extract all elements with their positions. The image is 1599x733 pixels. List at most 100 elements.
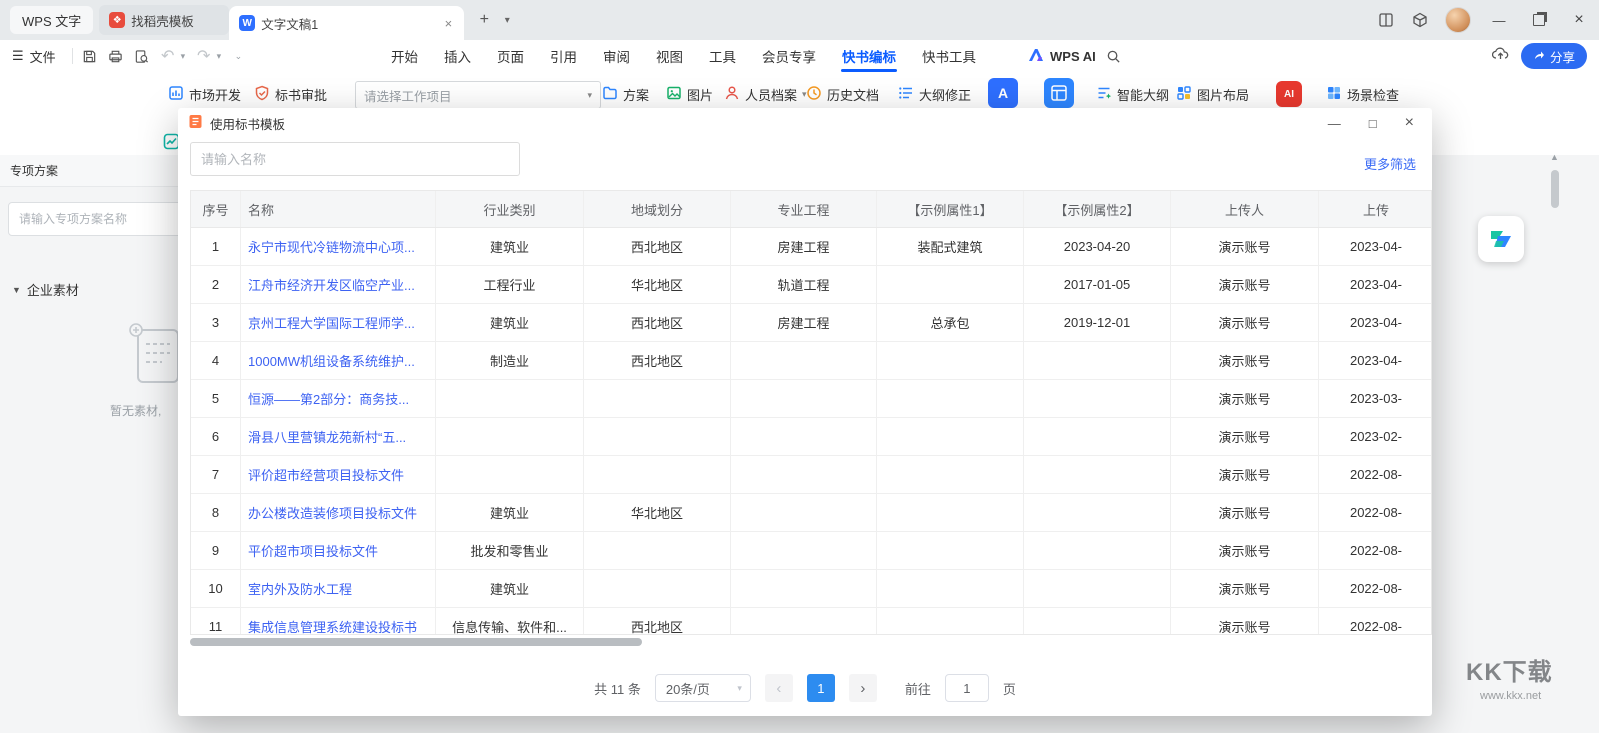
template-name-link[interactable]: 评价超市经营项目投标文件: [248, 465, 404, 484]
template-search-input[interactable]: [190, 142, 520, 176]
history-doc-button[interactable]: 历史文档: [806, 80, 879, 108]
tab-tools[interactable]: 工具: [696, 40, 749, 72]
goto-page-input[interactable]: [945, 674, 989, 702]
ai-check-button[interactable]: AI: [1276, 81, 1302, 107]
dialog-maximize-icon[interactable]: □: [1369, 116, 1377, 131]
doc-tab-docer[interactable]: ❖ 找稻壳模板: [99, 5, 229, 35]
horizontal-scrollbar[interactable]: [190, 638, 1432, 646]
scene-check-button[interactable]: 场景检查: [1326, 80, 1399, 108]
tab-bid-tools[interactable]: 快书工具: [909, 40, 989, 72]
tab-reference[interactable]: 引用: [537, 40, 590, 72]
template-name-link[interactable]: 室内外及防水工程: [248, 579, 352, 598]
table-cell: 工程行业: [436, 266, 584, 303]
table-cell: 4: [191, 342, 241, 379]
tab-view[interactable]: 视图: [643, 40, 696, 72]
project-select-placeholder: 请选择工作项目: [364, 86, 452, 105]
tab-close-icon[interactable]: ×: [443, 16, 455, 31]
app-label: WPS 文字: [22, 11, 81, 30]
user-avatar[interactable]: [1445, 7, 1471, 33]
table-cell: 恒源——第2部分：商务技...: [241, 380, 436, 417]
apps-box-icon[interactable]: [1403, 0, 1437, 40]
market-dev-label: 市场开发: [189, 85, 241, 104]
image-layout-button[interactable]: 图片布局: [1176, 80, 1249, 108]
table-cell: 西北地区: [584, 304, 731, 341]
print-preview-icon[interactable]: [129, 43, 155, 69]
horizontal-scrollbar-thumb[interactable]: [190, 638, 642, 646]
search-icon[interactable]: [1100, 43, 1126, 69]
market-dev-button[interactable]: 市场开发: [168, 80, 241, 108]
table-row: 11集成信息管理系统建设投标书信息传输、软件和...西北地区演示账号2022-0…: [191, 608, 1431, 635]
layout-panel-button[interactable]: [1044, 78, 1074, 108]
current-page-button[interactable]: 1: [807, 674, 835, 702]
scroll-up-icon[interactable]: ▲: [1550, 152, 1559, 162]
minimize-button[interactable]: —: [1479, 0, 1519, 40]
plan-button[interactable]: 方案: [602, 80, 649, 108]
table-cell: 2023-04-: [1319, 228, 1432, 265]
outline-fix-button[interactable]: 大纲修正: [898, 80, 971, 108]
undo-caret-icon[interactable]: ▾: [181, 51, 191, 62]
window-layout-icon[interactable]: [1369, 0, 1403, 40]
save-icon[interactable]: [77, 43, 103, 69]
wps-ai-button[interactable]: WPS AI: [1028, 40, 1096, 72]
smart-outline-button[interactable]: 智能大纲: [1096, 80, 1169, 108]
template-name-link[interactable]: 京州工程大学国际工程师学...: [248, 313, 415, 332]
app-menu-button[interactable]: WPS 文字: [10, 6, 93, 34]
column-header: 【示例属性1】: [877, 191, 1024, 227]
ai-write-button[interactable]: A: [988, 78, 1018, 108]
file-menu-button[interactable]: ☰ 文件: [0, 40, 68, 72]
special-plan-search-input[interactable]: [8, 202, 186, 236]
tab-start[interactable]: 开始: [378, 40, 431, 72]
print-icon[interactable]: [103, 43, 129, 69]
tab-review[interactable]: 审阅: [590, 40, 643, 72]
tab-bid-editor[interactable]: 快书编标: [829, 40, 909, 72]
column-header: 【示例属性2】: [1024, 191, 1171, 227]
tab-insert[interactable]: 插入: [431, 40, 484, 72]
template-name-link[interactable]: 恒源——第2部分：商务技...: [248, 389, 409, 408]
tab-member[interactable]: 会员专享: [749, 40, 829, 72]
redo-caret-icon[interactable]: ▾: [217, 51, 227, 62]
next-page-button[interactable]: ›: [849, 674, 877, 702]
new-tab-button[interactable]: +: [472, 8, 496, 32]
bid-approval-button[interactable]: 标书审批: [254, 80, 327, 108]
page-size-select[interactable]: 20条/页 ▾: [655, 674, 751, 702]
template-name-link[interactable]: 江舟市经济开发区临空产业...: [248, 275, 415, 294]
enterprise-material-group[interactable]: ▼ 企业素材: [12, 280, 79, 299]
dialog-minimize-icon[interactable]: —: [1328, 116, 1341, 131]
close-button[interactable]: ×: [1559, 0, 1599, 40]
wps-floating-shortcut[interactable]: [1478, 216, 1524, 262]
picture-button[interactable]: 图片: [666, 80, 713, 108]
table-header-row: 序号名称行业类别地域划分专业工程【示例属性1】【示例属性2】上传人上传: [191, 191, 1431, 228]
column-header: 名称: [241, 191, 436, 227]
template-name-link[interactable]: 办公楼改造装修项目投标文件: [248, 503, 417, 522]
table-cell: 信息传输、软件和...: [436, 608, 584, 635]
table-cell: 装配式建筑: [877, 228, 1024, 265]
dialog-close-icon[interactable]: ×: [1405, 114, 1414, 132]
restore-button[interactable]: [1519, 0, 1559, 40]
template-name-link[interactable]: 滑县八里营镇龙苑新村“五...: [248, 427, 406, 446]
template-name-link[interactable]: 集成信息管理系统建设投标书: [248, 617, 417, 635]
doc-tab-current[interactable]: W 文字文稿1 ×: [229, 6, 464, 40]
tab-page[interactable]: 页面: [484, 40, 537, 72]
upload-cloud-icon[interactable]: [1492, 46, 1509, 66]
image-layout-icon: [1176, 85, 1192, 104]
project-select[interactable]: 请选择工作项目 ▾: [355, 81, 601, 109]
column-header: 地域划分: [584, 191, 731, 227]
tab-list-caret-icon[interactable]: ▾: [498, 8, 516, 32]
redo-icon[interactable]: ↷: [191, 43, 217, 69]
prev-page-button[interactable]: ‹: [765, 674, 793, 702]
template-name-link[interactable]: 1000MW机组设备系统维护...: [248, 351, 415, 370]
collapse-toolbar-icon[interactable]: ⌄: [235, 51, 245, 62]
share-button[interactable]: 分享: [1521, 43, 1587, 69]
vertical-scrollbar[interactable]: ▲: [1551, 150, 1559, 710]
vertical-scrollbar-thumb[interactable]: [1551, 170, 1559, 208]
template-dialog: 使用标书模板 — □ × 更多筛选 序号名称行业类别地域划分专业工程【示例属性1…: [178, 108, 1432, 716]
table-cell: 办公楼改造装修项目投标文件: [241, 494, 436, 531]
table-cell: 演示账号: [1171, 532, 1319, 569]
dialog-title-bar[interactable]: 使用标书模板 — □ ×: [178, 108, 1432, 138]
undo-icon[interactable]: ↶: [155, 43, 181, 69]
table-cell: 演示账号: [1171, 570, 1319, 607]
template-name-link[interactable]: 平价超市项目投标文件: [248, 541, 378, 560]
template-name-link[interactable]: 永宁市现代冷链物流中心项...: [248, 237, 415, 256]
more-filter-link[interactable]: 更多筛选: [1364, 154, 1416, 173]
personnel-button[interactable]: 人员档案 ▾: [724, 80, 807, 108]
